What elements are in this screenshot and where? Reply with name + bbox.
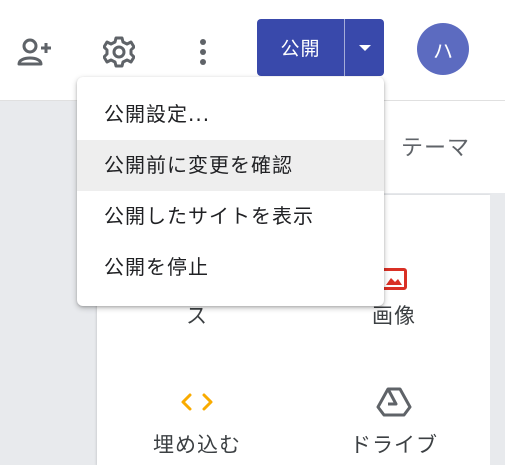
gear-icon[interactable] — [101, 34, 137, 70]
embed-code-icon — [107, 387, 287, 417]
menu-item-view-published-site[interactable]: 公開したサイトを表示 — [77, 191, 384, 242]
app-window: テーマ ス 画像 埋め込む ドライブ 公開 ハ 公開設定... 公開前に変更を確… — [0, 0, 505, 465]
publish-button[interactable]: 公開 — [257, 19, 344, 76]
person-add-icon[interactable] — [17, 34, 53, 70]
avatar[interactable]: ハ — [417, 23, 469, 75]
insert-item-label: ドライブ — [350, 433, 438, 457]
tab-theme[interactable]: テーマ — [401, 130, 470, 162]
drive-icon — [304, 385, 484, 419]
menu-item-review-changes[interactable]: 公開前に変更を確認 — [77, 140, 384, 191]
panel-gutter — [490, 195, 505, 465]
insert-item-embed[interactable]: 埋め込む — [107, 387, 287, 459]
insert-item-label: 埋め込む — [153, 433, 241, 457]
insert-item-drive[interactable]: ドライブ — [304, 385, 484, 459]
publish-dropdown-button[interactable] — [345, 19, 384, 76]
menu-item-unpublish[interactable]: 公開を停止 — [77, 242, 384, 293]
more-vert-icon[interactable] — [185, 34, 221, 70]
menu-item-publish-settings[interactable]: 公開設定... — [77, 89, 384, 140]
caret-down-icon — [358, 44, 371, 51]
publish-button-group: 公開 — [257, 19, 384, 76]
publish-menu: 公開設定... 公開前に変更を確認 公開したサイトを表示 公開を停止 — [77, 77, 384, 306]
